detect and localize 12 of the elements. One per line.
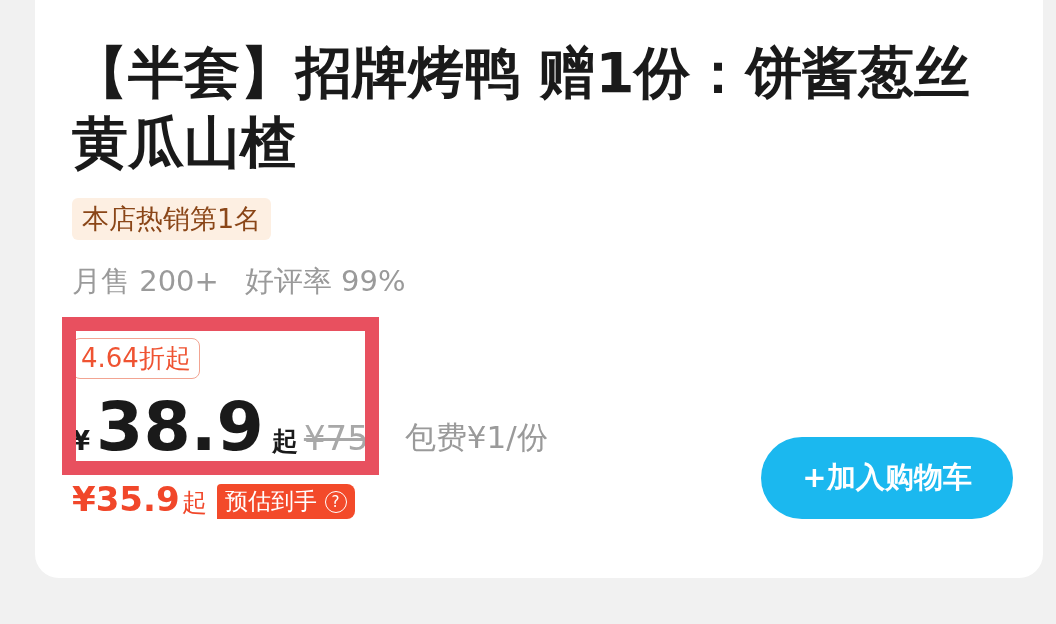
rating: 好评率 99% <box>244 263 406 300</box>
add-to-cart-button[interactable]: +加入购物车 <box>761 437 1013 519</box>
product-title: 【半套】招牌烤鸭 赠1份：饼酱葱丝黄瓜山楂 <box>72 39 972 177</box>
original-price: ¥75 <box>303 421 369 455</box>
rank-badge: 本店热销第1名 <box>72 198 272 240</box>
packing-fee: 包费¥1/份 <box>404 418 548 457</box>
price-suffix: 起 <box>271 428 298 454</box>
monthly-sales: 月售 200+ <box>72 263 219 300</box>
estimated-label: 预估到手 <box>224 487 317 516</box>
price: 38.9 <box>96 393 264 461</box>
estimated-price: ¥35.9 <box>72 479 180 519</box>
estimated-suffix: 起 <box>181 487 207 519</box>
